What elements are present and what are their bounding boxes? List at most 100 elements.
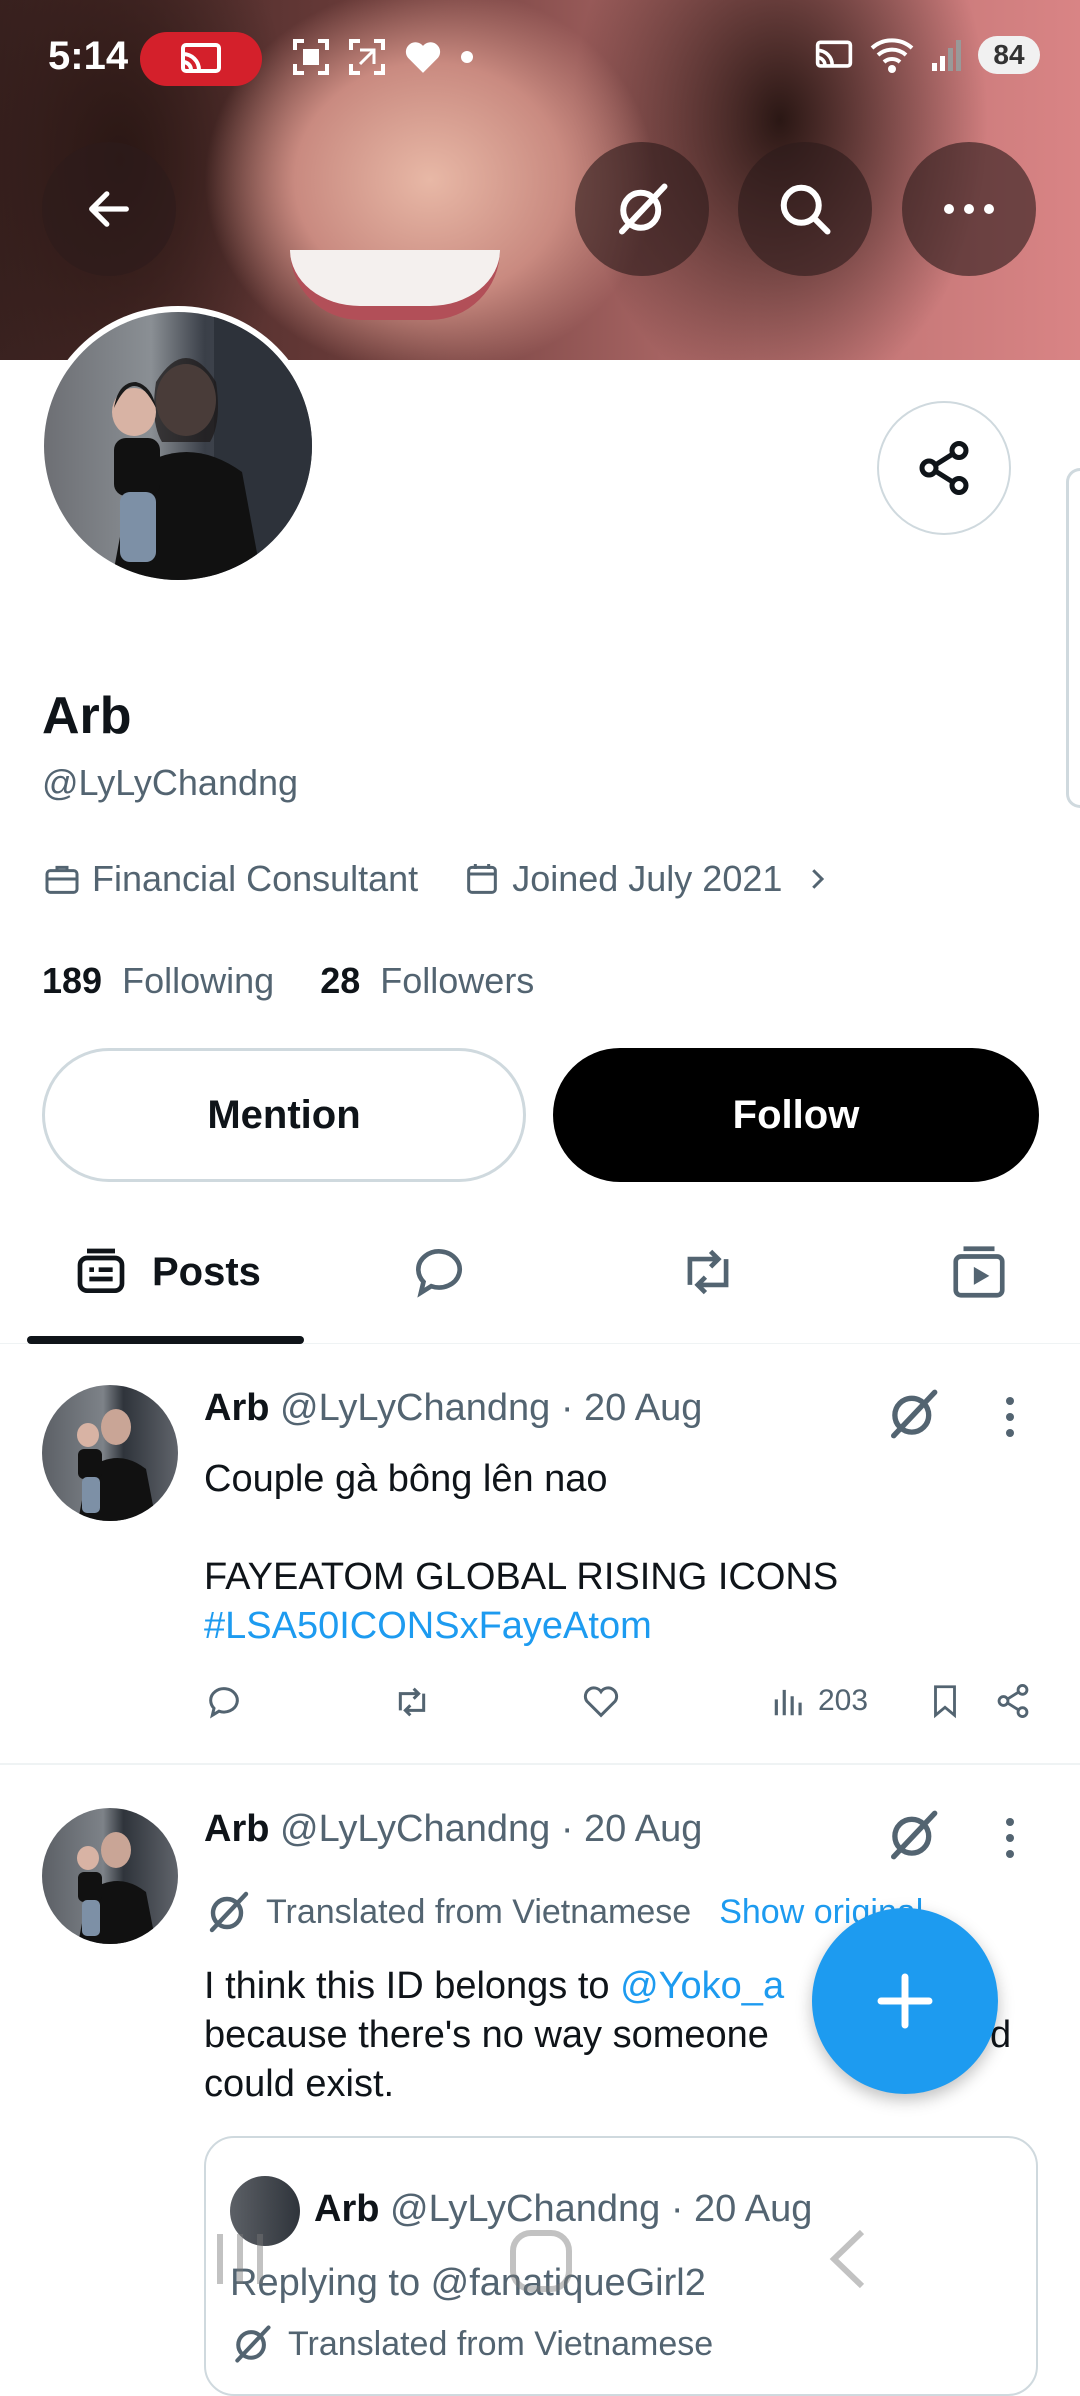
post-header: Arb @LyLyChandng · 20 Aug [204, 1808, 702, 1851]
quoted-translation: Translated from Vietnamese [230, 2322, 713, 2366]
briefcase-icon [45, 865, 79, 894]
banner-photo-detail [290, 250, 500, 320]
posts-icon [77, 1248, 125, 1293]
like-button[interactable] [580, 1682, 622, 1722]
status-time: 5:14 [48, 34, 129, 78]
tab-media[interactable] [948, 1232, 1010, 1312]
chevron-right-icon [812, 869, 825, 889]
grok-icon [619, 183, 668, 235]
post-avatar[interactable] [42, 1385, 178, 1521]
post-text-line: because there's no way someone [204, 2014, 769, 2056]
wifi-icon [870, 38, 914, 73]
arrow-left-icon [89, 191, 129, 227]
post-text: Couple gà bông lên nao FAYEATOM GLOBAL R… [204, 1458, 839, 1598]
follow-stats: 189 Following 28 Followers [42, 960, 534, 1002]
reply-icon [416, 1249, 462, 1298]
post-share-button[interactable] [994, 1682, 1032, 1720]
profession-text: Financial Consultant [92, 858, 419, 899]
following-label: Following [122, 960, 275, 1001]
tab-posts-label: Posts [152, 1249, 261, 1294]
quoted-replying-to: Replying to @fanatiqueGirl2 [230, 2262, 706, 2304]
screenshot-icon [293, 39, 329, 75]
share-icon [919, 441, 969, 496]
scroll-edge-indicator [1066, 468, 1080, 808]
grok-icon[interactable] [884, 1806, 942, 1864]
calendar-icon [467, 864, 498, 894]
mention-button[interactable]: Mention [42, 1048, 526, 1182]
quoted-avatar [230, 2176, 300, 2246]
views-button[interactable]: 203 [770, 1682, 868, 1720]
tab-replies[interactable] [408, 1232, 470, 1312]
profile-meta: Financial Consultant Joined July 2021 [42, 858, 876, 900]
repost-icon [687, 1249, 729, 1295]
post-more-button[interactable] [1002, 1818, 1018, 1858]
profile-handle: @LyLyChandng [42, 762, 299, 803]
bookmark-button[interactable] [926, 1682, 964, 1720]
quoted-header: Arb @LyLyChandng · 20 Aug [314, 2188, 812, 2231]
reply-icon [209, 1687, 239, 1719]
analytics-icon [774, 1689, 802, 1716]
post-text-line: could exist. [204, 2063, 395, 2105]
profession-item: Financial Consultant [42, 858, 418, 900]
grok-icon[interactable] [884, 1385, 942, 1443]
post-avatar-photo [77, 1409, 156, 1521]
post-avatar-photo [77, 1832, 156, 1944]
plus-icon [877, 1973, 933, 2029]
quoted-post[interactable]: Arb @LyLyChandng · 20 Aug Replying to @f… [204, 2136, 1038, 2396]
post-avatar[interactable] [42, 1808, 178, 1944]
cast-icon [181, 43, 221, 73]
heart-status-icon [405, 42, 441, 73]
grok-button[interactable] [575, 142, 709, 276]
post-handle-date: @LyLyChandng · 20 Aug [280, 1808, 703, 1850]
signal-icon [932, 40, 961, 71]
post-handle-date: @LyLyChandng · 20 Aug [280, 1387, 703, 1429]
back-button[interactable] [42, 142, 176, 276]
post-hashtag[interactable]: #LSA50ICONSxFayeAtom [204, 1602, 652, 1651]
post-text-part: I think this ID belongs to [204, 1965, 621, 2007]
reply-button[interactable] [204, 1682, 244, 1722]
screen-cast-indicator[interactable] [140, 32, 262, 86]
following-count: 189 [42, 960, 103, 1001]
more-horizontal-icon [944, 204, 994, 214]
search-button[interactable] [738, 142, 872, 276]
search-icon [780, 184, 831, 235]
screen-record-icon [349, 39, 385, 75]
profile-avatar[interactable] [38, 306, 318, 586]
following-link[interactable]: 189 Following [42, 960, 274, 1001]
bookmark-icon [934, 1685, 956, 1719]
avatar-photo [112, 312, 312, 580]
tab-posts[interactable]: Posts [72, 1232, 261, 1312]
post-item[interactable]: Arb @LyLyChandng · 20 Aug Couple gà bông… [0, 1345, 1080, 1765]
share-icon [997, 1684, 1029, 1718]
heart-icon [583, 1686, 619, 1718]
compose-post-button[interactable] [812, 1908, 998, 2094]
repost-icon [398, 1687, 426, 1717]
followers-link[interactable]: 28 Followers [320, 960, 534, 1001]
tab-reposts[interactable] [674, 1232, 742, 1312]
repost-button[interactable] [390, 1682, 434, 1722]
joined-text: Joined July 2021 [512, 858, 783, 899]
system-icons: 84 [814, 36, 1040, 74]
grok-icon [209, 1891, 249, 1933]
post-author[interactable]: Arb [204, 1387, 269, 1429]
joined-item[interactable]: Joined July 2021 [462, 858, 832, 900]
views-count: 203 [818, 1684, 869, 1717]
notification-icons [292, 38, 474, 76]
post-actions: 203 [204, 1682, 1044, 1732]
follow-button[interactable]: Follow [553, 1048, 1039, 1182]
battery-level: 84 [978, 36, 1040, 74]
more-button[interactable] [902, 142, 1036, 276]
mention-link[interactable]: @Yoko_a [620, 1965, 784, 2007]
quoted-handle-date: @LyLyChandng · 20 Aug [390, 2188, 813, 2230]
post-more-button[interactable] [1002, 1397, 1018, 1437]
profile-name: Arb [42, 687, 132, 745]
post-text: I think this ID belongs to @Yoko_a [204, 1962, 784, 2011]
grok-icon [235, 2325, 271, 2363]
share-profile-button[interactable] [877, 401, 1011, 535]
active-tab-indicator [27, 1336, 304, 1344]
post-author[interactable]: Arb [204, 1808, 269, 1850]
translated-label: Translated from Vietnamese [266, 1892, 692, 1931]
dot-icon [461, 51, 473, 63]
followers-count: 28 [320, 960, 361, 1001]
quoted-translated-label: Translated from Vietnamese [288, 2324, 714, 2363]
